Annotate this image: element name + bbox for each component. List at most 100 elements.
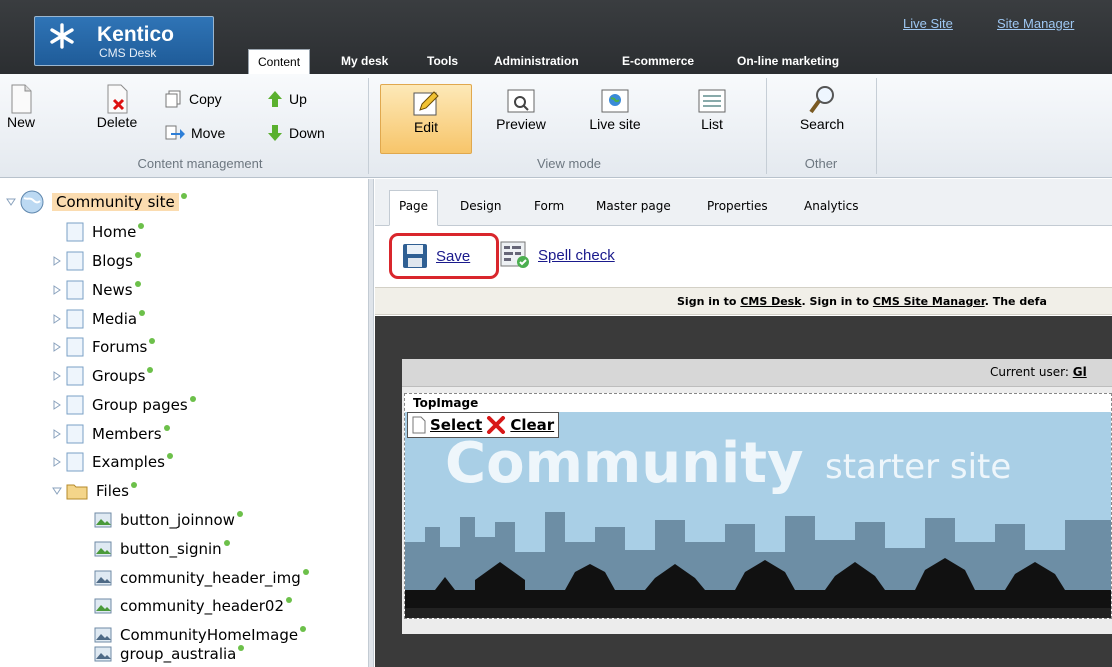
tree-item-members[interactable]: Members <box>48 423 170 445</box>
delete-button[interactable]: Delete <box>90 84 144 130</box>
content-tree: Community site Home Blogs News Media For… <box>0 179 368 667</box>
tree-item-group-pages[interactable]: Group pages <box>48 394 196 416</box>
current-user-link[interactable]: Gl <box>1073 365 1087 379</box>
status-dot <box>236 511 243 517</box>
select-link[interactable]: Select <box>430 416 482 434</box>
tab-my-desk[interactable]: My desk <box>341 49 388 74</box>
expand-arrow-icon[interactable] <box>48 308 66 330</box>
tree-file-label: community_header02 <box>120 597 285 615</box>
down-button[interactable]: Down <box>267 124 325 142</box>
tab-e-commerce[interactable]: E-commerce <box>622 49 694 74</box>
tab-on-line-marketing[interactable]: On-line marketing <box>737 49 839 74</box>
tree-item-examples[interactable]: Examples <box>48 451 173 473</box>
tree-item-forums[interactable]: Forums <box>48 336 156 358</box>
tab-administration[interactable]: Administration <box>494 49 579 74</box>
tree-item-groups[interactable]: Groups <box>48 365 154 387</box>
page-icon <box>66 337 84 357</box>
kentico-logo-icon <box>50 23 74 49</box>
delete-document-icon <box>107 84 128 114</box>
tab-page[interactable]: Page <box>389 190 439 226</box>
document-icon <box>412 416 426 434</box>
site-manager-link[interactable]: Site Manager <box>997 16 1074 31</box>
status-dot <box>189 396 196 402</box>
status-dot <box>138 223 145 229</box>
status-dot <box>130 482 137 488</box>
tree-item-blogs[interactable]: Blogs <box>48 250 141 272</box>
expand-arrow-icon[interactable] <box>48 250 66 272</box>
new-button[interactable]: New <box>3 84 39 130</box>
expand-arrow-icon[interactable] <box>48 394 66 416</box>
edit-icon <box>413 91 439 116</box>
collapse-arrow-icon[interactable] <box>48 480 66 502</box>
tree-item-files[interactable]: Files <box>48 480 137 502</box>
tree-item-label: Group pages <box>92 396 188 414</box>
tree-item-label: Examples <box>92 453 165 471</box>
save-link[interactable]: Save <box>436 248 470 265</box>
move-button[interactable]: Move <box>165 124 225 142</box>
status-dot <box>300 626 307 632</box>
image-file-icon <box>94 646 112 662</box>
tab-tools[interactable]: Tools <box>427 49 458 74</box>
tree-item-home[interactable]: Home <box>66 221 145 243</box>
cms-desk-link[interactable]: CMS Desk <box>740 295 801 308</box>
kentico-logo[interactable]: Kentico CMS Desk <box>34 16 214 66</box>
live-site-button[interactable]: Live site <box>580 88 650 132</box>
tree-file-community-header02[interactable]: community_header02 <box>94 595 293 617</box>
expand-arrow-icon[interactable] <box>48 423 66 445</box>
webpart-title: TopImage <box>413 396 479 410</box>
tab-master-page[interactable]: Master page <box>596 191 671 226</box>
search-button[interactable]: Search <box>792 84 852 132</box>
tree-file-label: CommunityHomeImage <box>120 626 299 644</box>
cms-site-manager-link[interactable]: CMS Site Manager <box>873 295 985 308</box>
tree-item-label: Home <box>92 223 137 241</box>
preview-label: Preview <box>496 116 546 132</box>
image-file-icon <box>94 512 112 528</box>
page-tabs: Page Design Form Master page Properties … <box>375 179 1112 226</box>
spell-check-button[interactable]: Spell check <box>500 241 615 269</box>
preview-button[interactable]: Preview <box>488 88 554 132</box>
tab-design[interactable]: Design <box>460 191 501 226</box>
spell-check-link[interactable]: Spell check <box>538 247 615 264</box>
current-user-bar: Current user: Gl <box>402 359 1112 387</box>
expand-arrow-icon[interactable] <box>48 279 66 301</box>
copy-button[interactable]: Copy <box>165 90 222 108</box>
image-file-icon <box>94 598 112 614</box>
community-banner-image: Community starter site <box>405 412 1111 618</box>
page-icon <box>66 366 84 386</box>
expand-arrow-icon[interactable] <box>48 336 66 358</box>
tree-file-label: button_signin <box>120 540 222 558</box>
tree-file-button-signin[interactable]: button_signin <box>94 538 230 560</box>
tab-form[interactable]: Form <box>534 191 564 226</box>
image-file-icon <box>94 627 112 643</box>
folder-icon <box>66 484 88 500</box>
live-site-link[interactable]: Live Site <box>903 16 953 31</box>
edit-label: Edit <box>413 119 439 135</box>
page-icon <box>66 309 84 329</box>
expand-arrow-icon[interactable] <box>48 365 66 387</box>
tree-item-media[interactable]: Media <box>48 308 146 330</box>
tab-content[interactable]: Content <box>248 49 311 74</box>
save-button[interactable]: Save <box>389 233 499 279</box>
header-bar: Kentico CMS Desk Live Site Site Manager … <box>0 0 1112 74</box>
pane-splitter[interactable] <box>368 179 374 667</box>
new-label: New <box>6 114 35 130</box>
tab-properties[interactable]: Properties <box>707 191 768 226</box>
image-selector: Select Clear <box>407 412 560 438</box>
tree-root-community-site[interactable]: Community site <box>2 190 187 214</box>
collapse-arrow-icon[interactable] <box>2 191 20 213</box>
status-dot <box>286 597 293 603</box>
view-mode-group-label: View mode <box>536 156 602 171</box>
list-button[interactable]: List <box>690 88 734 132</box>
tree-item-news[interactable]: News <box>48 279 141 301</box>
tree-file-button-joinnow[interactable]: button_joinnow <box>94 509 243 531</box>
expand-arrow-icon[interactable] <box>48 451 66 473</box>
globe-icon <box>20 190 44 214</box>
clear-link[interactable]: Clear <box>510 416 554 434</box>
status-dot <box>147 367 154 373</box>
tree-file-community-header-img[interactable]: community_header_img <box>94 567 309 589</box>
up-button[interactable]: Up <box>267 90 307 108</box>
edit-button[interactable]: Edit <box>380 84 472 154</box>
page-icon <box>66 452 84 472</box>
tab-analytics[interactable]: Analytics <box>804 191 859 226</box>
tree-file-group-australia[interactable]: group_australia <box>94 643 245 665</box>
